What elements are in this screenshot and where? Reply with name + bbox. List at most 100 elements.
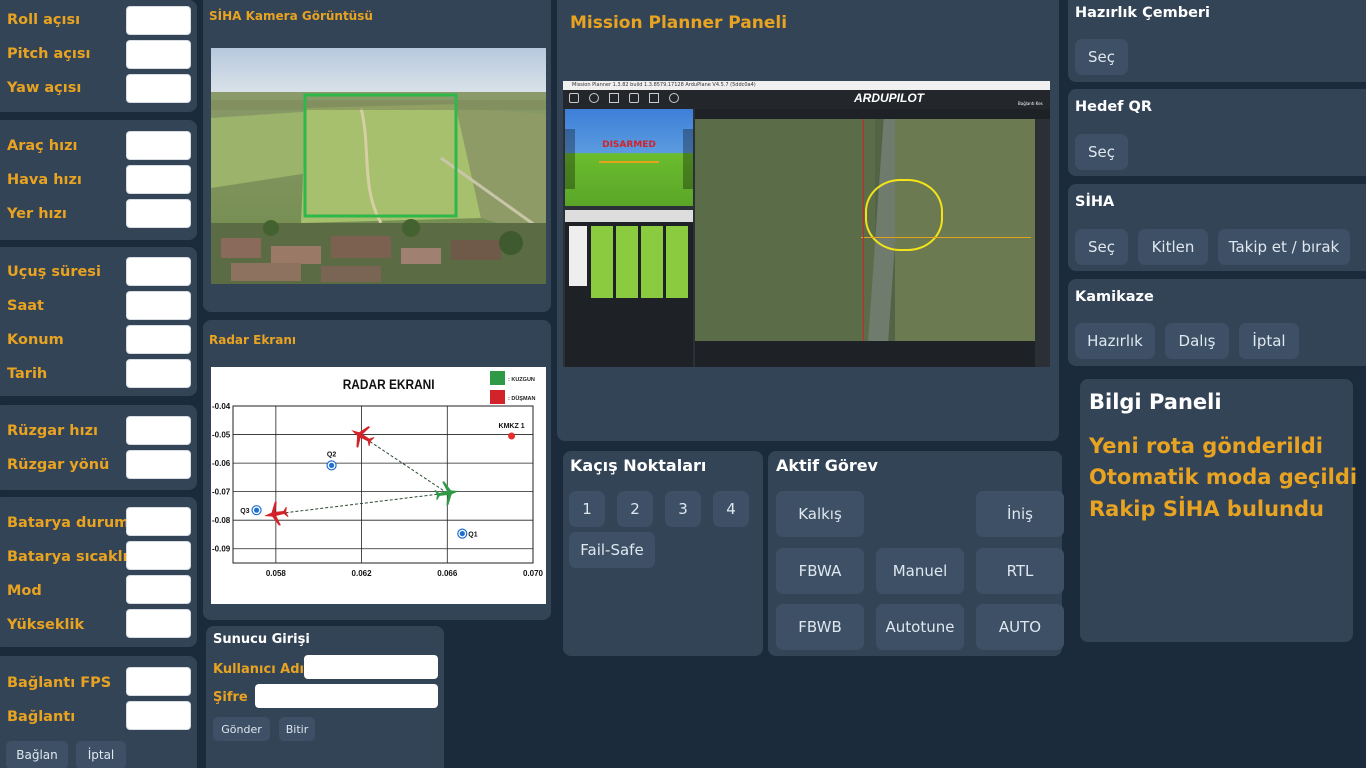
yaw-label: Yaw açısı [7, 80, 82, 96]
yaw-field [126, 74, 191, 103]
clock-label: Saat [7, 298, 44, 314]
escape-point-3-button[interactable]: 3 [665, 491, 701, 527]
roll-label: Roll açısı [7, 12, 81, 28]
siha-follow-button[interactable]: Takip et / bırak [1218, 229, 1350, 265]
y-tick-label: -0.06 [212, 459, 231, 468]
escape-point-1-button[interactable]: 1 [569, 491, 605, 527]
send-button[interactable]: Gönder [213, 717, 270, 741]
camera-title: SİHA Kamera Görüntüsü [209, 9, 373, 23]
task-title: Aktif Görev [776, 456, 878, 475]
altitude-field [126, 609, 191, 638]
manual-button[interactable]: Manuel [876, 548, 964, 594]
server-title: Sunucu Girişi [213, 632, 310, 647]
qr-point-dot [459, 530, 465, 537]
finish-button[interactable]: Bitir [279, 717, 315, 741]
mp-nav-icons [569, 93, 719, 105]
position-field [126, 325, 191, 354]
wind-direction-label: Rüzgar yönü [7, 457, 110, 473]
kamikaze-target-label: KMKZ 1 [499, 423, 525, 430]
pitch-label: Pitch açısı [7, 46, 91, 62]
escape-title: Kaçış Noktaları [570, 456, 707, 475]
ground-speed-label: Yer hızı [7, 206, 67, 222]
wind-speed-field [126, 416, 191, 445]
track-link [361, 435, 448, 494]
position-label: Konum [7, 332, 64, 348]
altitude-label: Yükseklik [7, 617, 85, 633]
ardupilot-logo: ARDUPILOT [854, 91, 924, 105]
info-message-3: Rakip SİHA bulundu [1089, 497, 1324, 521]
legend-swatch [490, 390, 505, 404]
qr-point-dot [253, 507, 260, 513]
mp-connect-label[interactable]: Bağlantı Kes [1018, 101, 1043, 106]
connection-label: Bağlantı [7, 709, 76, 725]
vehicle-speed-field [126, 131, 191, 160]
kamikaze-prep-button[interactable]: Hazırlık [1075, 323, 1155, 359]
qr-point-label: Q2 [327, 451, 336, 458]
qr-point-label: Q3 [240, 508, 249, 515]
mission-planner-window: Mission Planner 1.3.82 build 1.3.8579.17… [563, 81, 1050, 367]
username-input[interactable] [304, 655, 438, 679]
plot-frame [232, 405, 534, 564]
y-tick-label: -0.05 [212, 431, 231, 440]
mission-planner-title: Mission Planner Paneli [570, 13, 788, 33]
password-label: Şifre [213, 690, 248, 705]
clock-field [126, 291, 191, 320]
y-tick-label: -0.07 [212, 488, 231, 497]
fps-field [126, 667, 191, 696]
siha-lock-button[interactable]: Kitlen [1138, 229, 1208, 265]
target-qr-select-button[interactable]: Seç [1075, 134, 1128, 170]
flight-time-label: Uçuş süresi [7, 264, 101, 280]
ready-circle-select-button[interactable]: Seç [1075, 39, 1128, 75]
legend-swatch [490, 371, 505, 385]
fps-label: Bağlantı FPS [7, 675, 112, 691]
mp-tabs [565, 210, 693, 222]
radar-panel-title: Radar Ekranı [209, 333, 296, 347]
flight-time-field [126, 257, 191, 286]
legend-label: : DÜŞMAN [508, 395, 536, 402]
siha-select-button[interactable]: Seç [1075, 229, 1128, 265]
info-title: Bilgi Paneli [1089, 390, 1222, 414]
air-speed-label: Hava hızı [7, 172, 82, 188]
air-speed-field [126, 165, 191, 194]
wind-direction-field [126, 450, 191, 479]
fbwa-button[interactable]: FBWA [776, 548, 864, 594]
hud: DISARMED [565, 109, 693, 206]
fbwb-button[interactable]: FBWB [776, 604, 864, 650]
x-tick-label: 0.058 [266, 569, 287, 578]
chart-title: RADAR EKRANI [343, 376, 435, 392]
hud-status: DISARMED [602, 140, 656, 150]
kamikaze-cancel-button[interactable]: İptal [1239, 323, 1299, 359]
roll-field [126, 6, 191, 35]
mode-label: Mod [7, 583, 42, 599]
kamikaze-dive-button[interactable]: Dalış [1165, 323, 1229, 359]
ready-circle-title: Hazırlık Çemberi [1075, 5, 1211, 21]
autotune-button[interactable]: Autotune [876, 604, 964, 650]
connect-button[interactable]: Bağlan [6, 741, 68, 768]
qr-point-dot [328, 462, 335, 468]
mode-field [126, 575, 191, 604]
escape-point-4-button[interactable]: 4 [713, 491, 749, 527]
y-tick-label: -0.04 [212, 402, 231, 411]
failsafe-button[interactable]: Fail-Safe [569, 532, 655, 568]
battery-temp-field [126, 541, 191, 570]
x-tick-label: 0.070 [523, 569, 544, 578]
vehicle-speed-label: Araç hızı [7, 138, 78, 154]
auto-button[interactable]: AUTO [976, 604, 1064, 650]
password-input[interactable] [255, 684, 438, 708]
takeoff-button[interactable]: Kalkış [776, 491, 864, 537]
mp-map [695, 109, 1050, 367]
y-tick-label: -0.09 [212, 545, 231, 554]
info-message-2: Otomatik moda geçildi [1089, 465, 1358, 489]
wind-speed-label: Rüzgar hızı [7, 423, 98, 439]
land-button[interactable]: İniş [976, 491, 1064, 537]
ground-speed-field [126, 199, 191, 228]
battery-status-label: Batarya durumu [7, 515, 140, 531]
mp-window-title: Mission Planner 1.3.82 build 1.3.8579.17… [572, 82, 756, 88]
rtl-button[interactable]: RTL [976, 548, 1064, 594]
battery-temp-label: Batarya sıcaklığı [7, 549, 143, 565]
cancel-connection-button[interactable]: İptal [76, 741, 126, 768]
escape-point-2-button[interactable]: 2 [617, 491, 653, 527]
target-qr-title: Hedef QR [1075, 99, 1153, 115]
username-label: Kullanıcı Adı [213, 662, 305, 677]
legend-label: : KUZGUN [508, 377, 535, 383]
